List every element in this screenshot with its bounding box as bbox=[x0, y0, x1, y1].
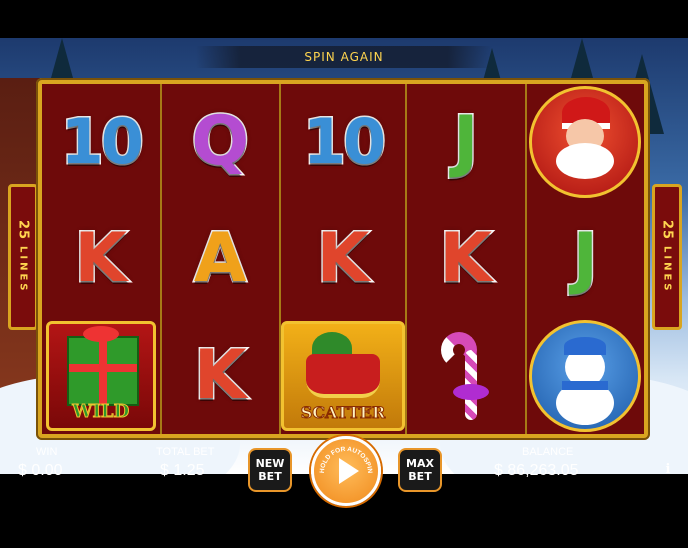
play-icon bbox=[339, 458, 359, 484]
lines-indicator-right: 25 LINES bbox=[652, 184, 682, 330]
wild-gift-symbol: WILD bbox=[45, 320, 156, 431]
symbol-king: K bbox=[192, 335, 248, 415]
scatter-sleigh-symbol: SCATTER bbox=[281, 320, 405, 431]
reel-1: 10 K WILD bbox=[42, 84, 162, 434]
reel-cell bbox=[527, 317, 645, 434]
symbol-ten: 10 bbox=[59, 105, 145, 179]
reel-cell: A bbox=[162, 201, 280, 318]
lines-count: 25 bbox=[659, 220, 675, 241]
win-label: WIN bbox=[36, 446, 58, 458]
candy-cane-icon bbox=[431, 328, 501, 424]
reel-cell: SCATTER bbox=[281, 317, 405, 434]
reel-cell bbox=[407, 317, 525, 434]
symbol-king: K bbox=[315, 219, 371, 298]
spin-button[interactable]: HOLD FOR AUTOSPIN bbox=[311, 436, 381, 506]
total-bet-label: TOTAL BET bbox=[156, 446, 215, 458]
reel-cell: WILD bbox=[42, 317, 160, 434]
balance-value: $ 86,263.05 bbox=[494, 462, 579, 479]
symbol-jack: J bbox=[571, 219, 599, 298]
reel-cell bbox=[527, 84, 645, 201]
snowman-icon bbox=[529, 319, 642, 432]
scatter-label: SCATTER bbox=[300, 402, 386, 422]
santa-icon bbox=[529, 86, 642, 199]
symbol-jack: J bbox=[452, 102, 480, 182]
new-bet-line2: BET bbox=[258, 470, 282, 483]
reel-cell: K bbox=[162, 317, 280, 434]
reel-4: J K bbox=[407, 84, 527, 434]
gift-box-icon bbox=[66, 335, 139, 406]
balance-label: BALANCE bbox=[522, 446, 574, 458]
reel-cell: J bbox=[407, 84, 525, 201]
reel-5: J bbox=[526, 84, 645, 434]
gift-bow-icon bbox=[82, 325, 119, 342]
game-stage: SPIN AGAIN 25 LINES 25 LINES 10 K WILD Q… bbox=[0, 0, 688, 548]
lines-label: LINES bbox=[17, 246, 29, 294]
spin-again-banner: SPIN AGAIN bbox=[196, 46, 492, 68]
info-button[interactable]: i bbox=[660, 462, 676, 478]
reel-cell: J bbox=[527, 201, 645, 318]
reel-cell: K bbox=[407, 201, 525, 318]
win-value: $ 0.00 bbox=[18, 462, 63, 479]
total-bet-value: $ 1.25 bbox=[160, 462, 205, 479]
wild-label: WILD bbox=[72, 400, 130, 422]
new-bet-line1: NEW bbox=[255, 457, 285, 470]
symbol-ten: 10 bbox=[301, 105, 387, 179]
max-bet-line2: BET bbox=[408, 470, 432, 483]
reel-3: 10 K SCATTER bbox=[281, 84, 407, 434]
symbol-ace: A bbox=[192, 219, 248, 298]
sleigh-icon bbox=[306, 353, 380, 398]
reel-cell: Q bbox=[162, 84, 280, 201]
reel-frame: 10 K WILD Q A K 10 K SCATTER J K J bbox=[36, 78, 650, 440]
reel-grid: 10 K WILD Q A K 10 K SCATTER J K J bbox=[42, 84, 644, 434]
lines-label: LINES bbox=[661, 246, 673, 294]
symbol-king: K bbox=[73, 219, 129, 298]
symbol-king: K bbox=[438, 219, 494, 298]
symbol-queen: Q bbox=[190, 102, 251, 182]
reel-2: Q A K bbox=[161, 84, 281, 434]
reel-cell: 10 bbox=[42, 84, 160, 201]
new-bet-button[interactable]: NEW BET bbox=[248, 448, 292, 492]
reel-cell: 10 bbox=[281, 84, 405, 201]
max-bet-line1: MAX bbox=[406, 457, 434, 470]
reel-cell: K bbox=[42, 201, 160, 318]
lines-count: 25 bbox=[15, 220, 31, 241]
max-bet-button[interactable]: MAX BET bbox=[398, 448, 442, 492]
lines-indicator-left: 25 LINES bbox=[8, 184, 38, 330]
reel-cell: K bbox=[281, 201, 405, 318]
